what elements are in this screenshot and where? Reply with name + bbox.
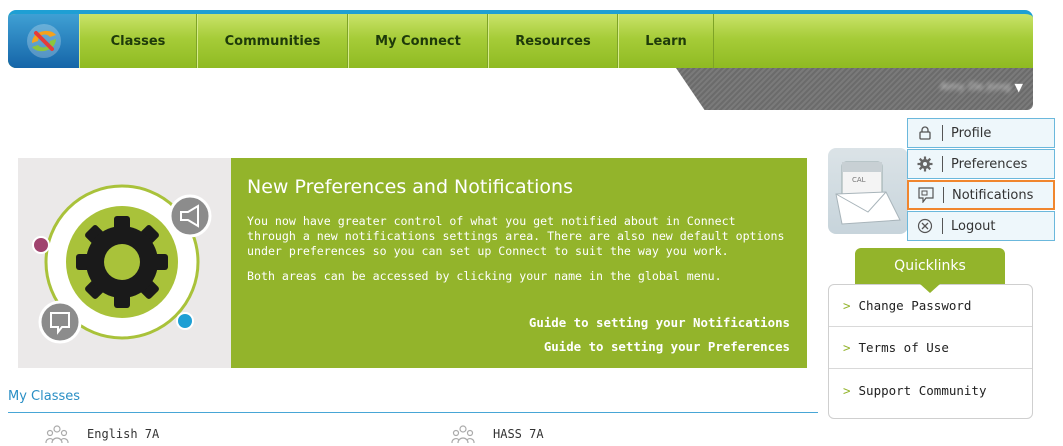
- quicklink-label: Support Community: [858, 382, 987, 398]
- nav-classes[interactable]: Classes: [79, 14, 197, 68]
- menu-item-label: Profile: [951, 125, 992, 141]
- preferences-guide-link[interactable]: Guide to setting your Preferences: [544, 339, 790, 354]
- class-item-english[interactable]: English 7A: [44, 424, 159, 444]
- svg-text:CAL: CAL: [852, 176, 866, 184]
- class-group-icon: [450, 424, 476, 444]
- nav-communities[interactable]: Communities: [197, 14, 348, 68]
- banner-illustration: [18, 158, 231, 368]
- banner-paragraph: You now have greater control of what you…: [247, 214, 785, 258]
- menu-item-profile[interactable]: Profile: [907, 118, 1055, 148]
- chevron-right-icon: >: [843, 382, 851, 398]
- speech-bubble-icon: [909, 187, 943, 203]
- user-dropdown-menu: Profile Preferences Notifications Logout: [907, 118, 1055, 242]
- user-name[interactable]: Amy De Jong: [940, 80, 1011, 93]
- quicklink-support-community[interactable]: > Support Community: [829, 369, 1032, 411]
- menu-item-label: Logout: [951, 218, 996, 234]
- global-nav: Classes Communities My Connect Resources…: [8, 10, 1033, 68]
- banner-title: New Preferences and Notifications: [247, 176, 573, 198]
- calendar-mail-tile: CAL: [828, 148, 908, 234]
- menu-separator: [942, 125, 943, 141]
- menu-separator: [943, 187, 944, 203]
- blue-dot: [176, 312, 194, 330]
- menu-item-preferences[interactable]: Preferences: [907, 149, 1055, 179]
- close-circle-icon: [908, 218, 942, 234]
- speech-bubble-icon: [38, 300, 82, 344]
- purple-dot: [32, 236, 50, 254]
- chevron-right-icon: >: [843, 340, 851, 355]
- quicklink-label: Terms of Use: [858, 340, 949, 355]
- gear-icon: [76, 216, 168, 308]
- class-group-icon: [44, 424, 70, 444]
- divider: [8, 412, 818, 413]
- menu-item-label: Notifications: [952, 187, 1034, 203]
- quicklinks-title: Quicklinks: [855, 248, 1005, 284]
- chevron-right-icon: >: [843, 298, 851, 313]
- calendar-mail-icon: CAL: [835, 161, 901, 225]
- lock-icon: [908, 126, 942, 140]
- nav-learn[interactable]: Learn: [618, 14, 714, 68]
- announcement-banner: New Preferences and Notifications You no…: [231, 158, 807, 368]
- megaphone-icon: [168, 194, 212, 238]
- nav-resources[interactable]: Resources: [488, 14, 618, 68]
- class-name: English 7A: [87, 427, 160, 441]
- class-item-hass[interactable]: HASS 7A: [450, 424, 544, 444]
- menu-separator: [942, 156, 943, 172]
- menu-separator: [942, 218, 943, 234]
- menu-item-notifications[interactable]: Notifications: [907, 180, 1055, 210]
- banner-paragraph: Both areas can be accessed by clicking y…: [247, 269, 722, 283]
- user-menu-toggle[interactable]: Amy De Jong ▼: [676, 68, 1033, 110]
- nav-tabs: Classes Communities My Connect Resources…: [79, 14, 714, 68]
- quicklink-label: Change Password: [858, 298, 972, 313]
- notifications-guide-link[interactable]: Guide to setting your Notifications: [529, 315, 790, 330]
- menu-item-logout[interactable]: Logout: [907, 211, 1055, 241]
- quicklink-terms-of-use[interactable]: > Terms of Use: [829, 327, 1032, 369]
- quicklinks-pointer: [920, 284, 940, 293]
- connect-logo-icon[interactable]: [8, 14, 79, 68]
- quicklinks-list: > Change Password > Terms of Use > Suppo…: [828, 284, 1033, 419]
- chevron-down-icon[interactable]: ▼: [1015, 81, 1023, 94]
- nav-my-connect[interactable]: My Connect: [348, 14, 488, 68]
- class-name: HASS 7A: [493, 427, 544, 441]
- my-classes-heading: My Classes: [8, 389, 81, 404]
- menu-item-label: Preferences: [951, 156, 1028, 172]
- gear-icon: [908, 156, 942, 172]
